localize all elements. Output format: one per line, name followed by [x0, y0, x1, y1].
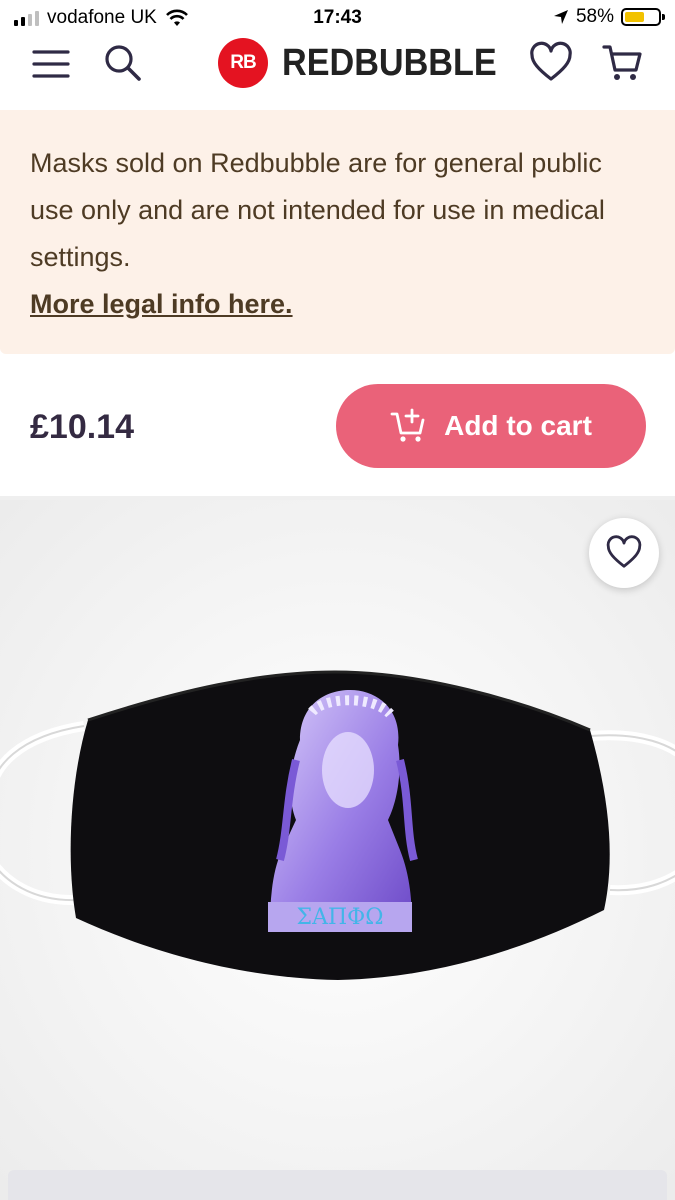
battery-icon: [621, 8, 665, 26]
hamburger-menu-icon[interactable]: [28, 40, 74, 86]
redbubble-logo[interactable]: RB REDBUBBLE: [218, 38, 521, 88]
location-arrow-icon: [553, 10, 568, 24]
logo-mark: RB: [218, 38, 268, 88]
heart-icon: [606, 535, 642, 568]
cart-icon[interactable]: [600, 40, 646, 86]
status-right: 58%: [553, 6, 665, 28]
favorite-button[interactable]: [589, 518, 659, 588]
legal-notice: Masks sold on Redbubble are for general …: [0, 110, 675, 354]
mask-inscription: ΣΑΠΦΩ: [297, 905, 384, 930]
battery-percent: 58%: [575, 6, 614, 27]
search-icon[interactable]: [100, 40, 146, 86]
logo-text: REDBUBBLE: [282, 41, 497, 84]
battery-fill: [625, 12, 644, 22]
add-to-cart-label: Add to cart: [444, 410, 592, 441]
notice-text: Masks sold on Redbubble are for general …: [30, 148, 605, 272]
purchase-bar: £10.14 Add to cart: [0, 354, 675, 500]
face-mask-image: ΣΑΠΦΩ: [0, 500, 675, 1200]
site-header: RB REDBUBBLE: [0, 36, 675, 108]
add-to-cart-button[interactable]: Add to cart: [336, 384, 646, 468]
legal-info-link[interactable]: More legal info here.: [30, 281, 645, 328]
price: £10.14: [30, 408, 134, 446]
product-image[interactable]: ΣΑΠΦΩ: [0, 500, 675, 1200]
status-bar: vodafone UK 17:43 58%: [0, 0, 675, 36]
add-to-cart-icon: [390, 408, 425, 442]
image-carousel-strip: [8, 1170, 667, 1200]
wishlist-heart-icon[interactable]: [528, 40, 574, 86]
